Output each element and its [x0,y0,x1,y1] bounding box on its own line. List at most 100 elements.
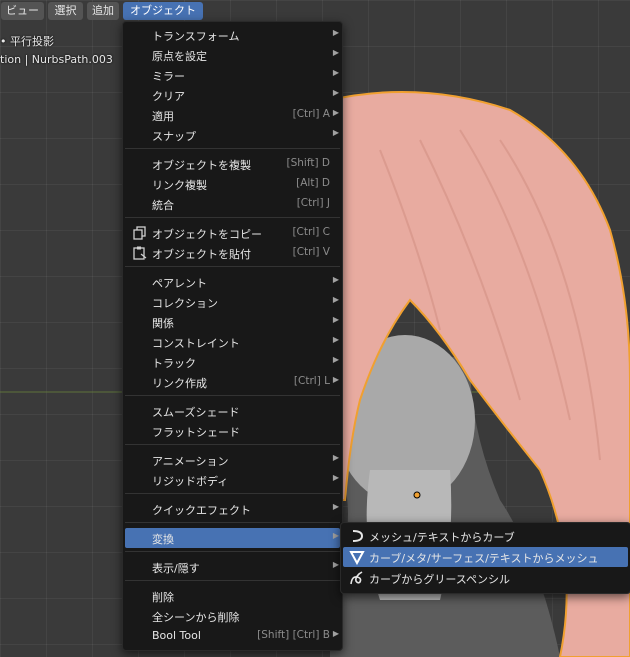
menu-item-2[interactable]: ミラー ▶ [125,65,340,85]
menu-item-11[interactable]: ペアレント ▶ [125,272,340,292]
submenu-arrow-icon: ▶ [332,560,339,569]
menu-separator [125,217,340,218]
view-mode-label: • 平行投影 [0,35,54,48]
menu-item-12[interactable]: コレクション ▶ [125,292,340,312]
menu-item-shortcut: [Ctrl] A [292,108,330,120]
menu-item-label: 統合 [152,199,174,212]
menu-item-20[interactable]: リジッドボディ ▶ [125,470,340,490]
menu-item-16[interactable]: リンク作成 [Ctrl] L ▶ [125,372,340,392]
submenu-item-label: カーブからグリースペンシル [369,573,511,586]
menu-item-22[interactable]: 変換 ▶ [125,528,340,548]
submenu-arrow-icon: ▶ [332,375,339,384]
menu-item-18[interactable]: フラットシェード [125,421,340,441]
select-menu-button[interactable]: 選択 [48,2,83,20]
menu-item-label: クリア [152,90,185,103]
menu-item-label: 削除 [152,591,174,604]
menu-item-label: トランスフォーム [152,30,240,43]
menu-item-9[interactable]: オブジェクトをコピー [Ctrl] C [125,223,340,243]
menu-item-label: 関係 [152,317,174,330]
menu-item-23[interactable]: 表示/隠す ▶ [125,557,340,577]
menu-item-19[interactable]: アニメーション ▶ [125,450,340,470]
menu-item-10[interactable]: オブジェクトを貼付 [Ctrl] V [125,243,340,263]
menu-item-label: 全シーンから削除 [152,611,240,624]
object-origin [413,491,421,499]
menu-item-6[interactable]: オブジェクトを複製 [Shift] D [125,154,340,174]
submenu-arrow-icon: ▶ [332,28,339,37]
add-menu-button[interactable]: 追加 [87,2,119,20]
submenu-arrow-icon: ▶ [332,315,339,324]
menu-item-label: スムーズシェード [152,406,240,419]
menu-item-label: ペアレント [152,277,207,290]
submenu-arrow-icon: ▶ [332,275,339,284]
menu-item-13[interactable]: 関係 ▶ [125,312,340,332]
active-object-label: tion | NurbsPath.003 [0,53,113,66]
menu-item-25[interactable]: 全シーンから削除 [125,606,340,626]
menu-item-label: Bool Tool [152,629,201,642]
view-menu-button[interactable]: ビュー [1,2,44,20]
menu-item-label: オブジェクトをコピー [152,228,262,241]
grease-pencil-icon [349,570,365,586]
submenu-item-1[interactable]: カーブ/メタ/サーフェス/テキストからメッシュ [343,547,628,567]
submenu-arrow-icon: ▶ [332,295,339,304]
menu-item-14[interactable]: コンストレイント ▶ [125,332,340,352]
curve-icon [349,528,365,544]
submenu-arrow-icon: ▶ [332,335,339,344]
menu-item-shortcut: [Alt] D [296,177,330,189]
menu-item-label: スナップ [152,130,196,143]
menu-item-label: クイックエフェクト [152,504,251,517]
submenu-arrow-icon: ▶ [332,88,339,97]
menu-item-17[interactable]: スムーズシェード [125,401,340,421]
menu-item-label: 変換 [152,533,174,546]
menu-item-label: 適用 [152,110,174,123]
object-menu-button[interactable]: オブジェクト [123,2,203,20]
menu-item-3[interactable]: クリア ▶ [125,85,340,105]
submenu-arrow-icon: ▶ [332,128,339,137]
submenu-item-label: カーブ/メタ/サーフェス/テキストからメッシュ [369,552,599,565]
submenu-arrow-icon: ▶ [332,48,339,57]
menu-separator [125,493,340,494]
menu-item-label: 原点を設定 [152,50,207,63]
menu-item-label: リジッドボディ [152,475,229,488]
menu-item-shortcut: [Ctrl] C [292,226,330,238]
menu-item-label: コレクション [152,297,218,310]
menu-separator [125,551,340,552]
submenu-item-label: メッシュ/テキストからカーブ [369,531,515,544]
menu-item-shortcut: [Ctrl] L [293,375,330,387]
menu-item-26[interactable]: Bool Tool [Shift] [Ctrl] B ▶ [125,626,340,646]
menu-item-8[interactable]: 統合 [Ctrl] J [125,194,340,214]
menu-item-label: オブジェクトを複製 [152,159,251,172]
menu-item-24[interactable]: 削除 [125,586,340,606]
submenu-item-0[interactable]: メッシュ/テキストからカーブ [343,526,628,546]
mesh-icon [349,549,365,566]
convert-submenu: メッシュ/テキストからカーブカーブ/メタ/サーフェス/テキストからメッシュ カーブ… [340,522,630,594]
menu-item-5[interactable]: スナップ ▶ [125,125,340,145]
menu-item-label: トラック [152,357,196,370]
menu-item-7[interactable]: リンク複製 [Alt] D [125,174,340,194]
menu-item-4[interactable]: 適用 [Ctrl] A ▶ [125,105,340,125]
submenu-arrow-icon: ▶ [332,473,339,482]
menu-separator [125,395,340,396]
submenu-arrow-icon: ▶ [332,629,339,638]
object-menu: トランスフォーム ▶ 原点を設定 ▶ ミラー ▶ クリア ▶ 適用 [Ctrl] A ▶ スナップ ▶ オ… [122,21,343,651]
menu-item-label: リンク複製 [152,179,207,192]
menu-item-shortcut: [Ctrl] V [292,246,330,258]
menu-item-15[interactable]: トラック ▶ [125,352,340,372]
menu-item-label: アニメーション [152,455,229,468]
submenu-item-2[interactable]: カーブからグリースペンシル [343,568,628,588]
copy-icon [132,225,148,241]
menu-separator [125,266,340,267]
menu-item-label: フラットシェード [152,426,240,439]
menu-item-shortcut: [Ctrl] J [296,197,330,209]
menu-item-shortcut: [Shift] D [286,157,330,169]
submenu-arrow-icon: ▶ [332,502,339,511]
submenu-arrow-icon: ▶ [332,68,339,77]
submenu-arrow-icon: ▶ [332,108,339,117]
menu-item-0[interactable]: トランスフォーム ▶ [125,25,340,45]
menu-item-21[interactable]: クイックエフェクト ▶ [125,499,340,519]
menu-item-label: 表示/隠す [152,562,200,575]
menu-item-label: リンク作成 [152,377,207,390]
submenu-arrow-icon: ▶ [332,453,339,462]
menu-separator [125,148,340,149]
menu-item-1[interactable]: 原点を設定 ▶ [125,45,340,65]
menu-item-label: オブジェクトを貼付 [152,248,251,261]
